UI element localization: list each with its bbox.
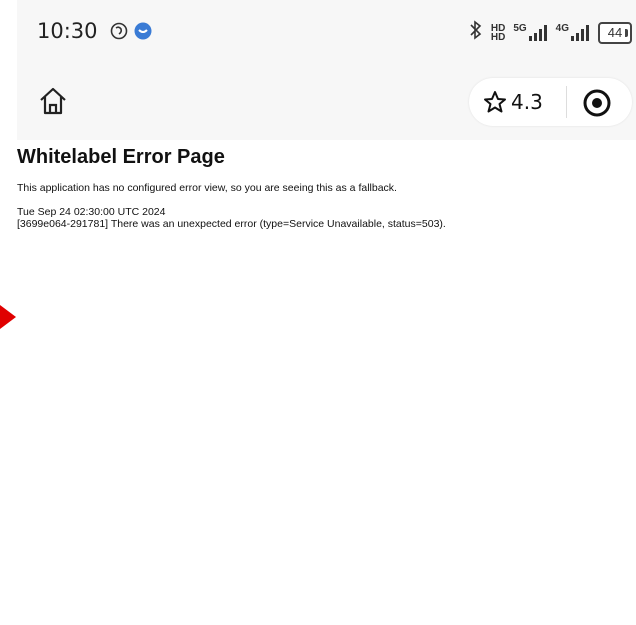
page-content: Whitelabel Error Page This application h… [17,140,636,622]
signal-4g-icon: 4G [556,23,590,42]
rating-value: 4.3 [511,90,543,114]
error-timestamp: Tue Sep 24 02:30:00 UTC 2024 [17,206,166,218]
battery-tip [625,28,628,37]
page-title: Whitelabel Error Page [17,146,225,168]
home-icon [40,87,66,115]
app-toolbar: 4.3 [17,70,636,140]
home-button[interactable] [35,83,71,119]
error-message: [3699e064-291781] There was an unexpecte… [17,218,446,230]
status-time: 10:30 [37,19,98,43]
star-icon [484,91,506,113]
bluetooth-icon [469,20,483,45]
rating-button[interactable]: 4.3 [483,90,543,114]
signal-5g-icon: 5G [513,23,547,42]
notification-app-icon [110,22,128,45]
status-system-icons: HD HD 5G 4G 44 [469,20,632,45]
record-button[interactable] [582,88,612,118]
pill-divider [566,86,567,118]
error-description: This application has no configured error… [17,182,397,194]
message-notification-icon [134,22,152,45]
phone-screen: 10:30 HD HD 5G 4G 44 4.3 Whitelabel Erro… [17,0,636,622]
pointer-arrow-icon [0,305,16,329]
status-bar: 10:30 HD HD 5G 4G 44 [17,0,636,70]
target-icon [583,89,611,117]
hd-indicator: HD HD [490,22,506,43]
status-notification-icons [110,22,152,45]
rating-capsule: 4.3 [469,78,632,126]
